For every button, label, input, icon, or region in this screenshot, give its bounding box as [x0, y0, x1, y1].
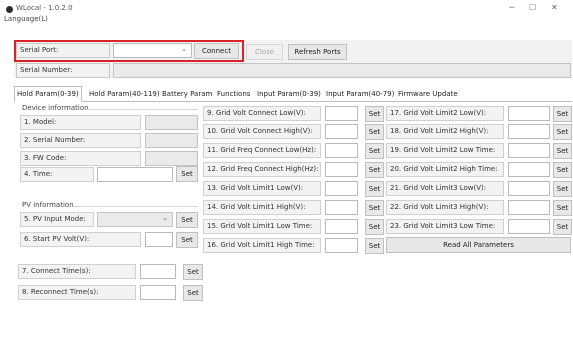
grid-volt-limit2-high-v-set-button[interactable]: Set: [553, 124, 572, 140]
connect-highlight-box: [14, 40, 244, 62]
tab-hold-param-0-39[interactable]: Hold Param(0-39): [14, 86, 82, 102]
grid-volt-limit2-low-v-set-button[interactable]: Set: [553, 106, 572, 122]
close-button[interactable]: Close: [246, 44, 283, 60]
time-field[interactable]: [97, 167, 173, 182]
tab-strip-line: [14, 101, 572, 102]
grid-volt-connect-high-v-set-button[interactable]: Set: [365, 124, 384, 140]
grid-volt-limit1-high-time-label: 16. Grid Volt Limit1 High Time:: [203, 238, 321, 253]
pv-input-mode-label: 5. PV Input Mode:: [20, 212, 94, 227]
grid-volt-connect-low-v-set-button[interactable]: Set: [365, 106, 384, 122]
grid-volt-limit3-low-time-label: 23. Grid Volt Limit3 Low Time:: [386, 219, 504, 234]
grid-freq-connect-high-hz-field[interactable]: [325, 162, 358, 177]
reconnect-time-field[interactable]: [140, 285, 176, 300]
refresh-ports-button[interactable]: Refresh Ports: [288, 44, 347, 60]
grid-volt-limit1-high-v-field[interactable]: [325, 200, 358, 215]
grid-freq-connect-low-hz-label: 11. Grid Freq Connect Low(Hz):: [203, 143, 321, 158]
grid-volt-limit3-low-v-set-button[interactable]: Set: [553, 181, 572, 197]
pv-input-mode-select[interactable]: ⌄: [97, 212, 173, 227]
grid-volt-limit1-low-v-label: 13. Grid Volt Limit1 Low(V):: [203, 181, 321, 196]
grid-volt-limit3-low-time-set-button[interactable]: Set: [553, 219, 572, 235]
window-title: WLocal - 1.0.2.0: [16, 4, 73, 12]
grid-volt-limit3-high-v-field[interactable]: [508, 200, 550, 215]
time-set-button[interactable]: Set: [176, 166, 198, 182]
grid-volt-limit1-low-time-label: 15. Grid Volt Limit1 Low Time:: [203, 219, 321, 234]
serial-number-label-text: Serial Number:: [20, 66, 73, 74]
grid-volt-limit3-low-time-field[interactable]: [508, 219, 550, 234]
grid-volt-limit2-high-time-set-button[interactable]: Set: [553, 162, 572, 178]
maximize-button[interactable]: ☐: [529, 3, 536, 12]
grid-freq-connect-low-hz-set-button[interactable]: Set: [365, 143, 384, 159]
grid-volt-limit2-high-time-field[interactable]: [508, 162, 550, 177]
tab-input-param-40-79[interactable]: Input Param(40-79): [324, 88, 396, 101]
tab-firmware-update[interactable]: Firmware Update: [396, 88, 460, 101]
connect-time-set-button[interactable]: Set: [183, 264, 203, 280]
connect-time-field[interactable]: [140, 264, 176, 279]
grid-volt-limit3-low-v-label: 21. Grid Volt Limit3 Low(V):: [386, 181, 504, 196]
grid-volt-limit1-high-v-label: 14. Grid Volt Limit1 High(V):: [203, 200, 321, 215]
grid-volt-limit2-high-time-label: 20. Grid Volt Limit2 High Time:: [386, 162, 504, 177]
serial-number-label: Serial Number:: [16, 63, 110, 78]
grid-volt-limit1-low-v-set-button[interactable]: Set: [365, 181, 384, 197]
grid-freq-connect-low-hz-field[interactable]: [325, 143, 358, 158]
reconnect-time-label: 8. Reconnect Time(s):: [18, 285, 136, 300]
serial-number-row-field[interactable]: [145, 133, 198, 148]
grid-freq-connect-high-hz-set-button[interactable]: Set: [365, 162, 384, 178]
tab-functions[interactable]: Functions: [215, 88, 252, 101]
grid-volt-connect-low-v-field[interactable]: [325, 106, 358, 121]
title-bar: WLocal - 1.0.2.0 − ☐ ✕: [0, 0, 573, 20]
start-pv-volt-set-button[interactable]: Set: [176, 232, 198, 248]
grid-volt-limit1-low-v-field[interactable]: [325, 181, 358, 196]
connect-time-label: 7. Connect Time(s):: [18, 264, 136, 279]
grid-volt-limit2-low-v-field[interactable]: [508, 106, 550, 121]
model-label: 1. Model:: [20, 115, 141, 130]
grid-volt-limit1-high-time-set-button[interactable]: Set: [365, 238, 384, 254]
device-info-divider: [86, 109, 198, 110]
read-all-parameters-button[interactable]: Read All Parameters: [386, 237, 571, 253]
reconnect-time-set-button[interactable]: Set: [183, 285, 203, 301]
grid-volt-limit2-low-time-label: 19. Grid Volt Limit2 Low Time:: [386, 143, 504, 158]
time-label: 4. Time:: [20, 167, 94, 182]
fw-code-field[interactable]: [145, 151, 198, 166]
minimize-button[interactable]: −: [508, 3, 516, 13]
device-info-title: Device information: [22, 104, 89, 112]
start-pv-volt-field[interactable]: [145, 232, 173, 247]
grid-volt-limit2-high-v-label: 18. Grid Volt Limit2 High(V):: [386, 124, 504, 139]
tab-input-param-0-39[interactable]: Input Param(0-39): [255, 88, 323, 101]
grid-volt-limit2-low-v-label: 17. Grid Volt Limit2 Low(V):: [386, 106, 504, 121]
grid-volt-limit1-low-time-field[interactable]: [325, 219, 358, 234]
grid-volt-connect-high-v-field[interactable]: [325, 124, 358, 139]
serial-number-field[interactable]: [113, 63, 571, 78]
model-field[interactable]: [145, 115, 198, 130]
close-window-button[interactable]: ✕: [551, 3, 558, 12]
pv-info-divider: [74, 206, 198, 207]
grid-volt-limit2-high-v-field[interactable]: [508, 124, 550, 139]
menu-language[interactable]: Language(L): [4, 15, 48, 23]
grid-volt-connect-high-v-label: 10. Grid Volt Connect High(V):: [203, 124, 321, 139]
grid-volt-limit3-high-v-set-button[interactable]: Set: [553, 200, 572, 216]
tab-battery-param[interactable]: Battery Param: [160, 88, 214, 101]
pv-input-mode-set-button[interactable]: Set: [176, 212, 198, 228]
grid-volt-limit3-high-v-label: 22. Grid Volt Limit3 High(V):: [386, 200, 504, 215]
grid-volt-limit2-low-time-set-button[interactable]: Set: [553, 143, 572, 159]
start-pv-volt-label: 6. Start PV Volt(V):: [20, 232, 141, 247]
grid-freq-connect-high-hz-label: 12. Grid Freq Connect High(Hz):: [203, 162, 321, 177]
grid-volt-connect-low-v-label: 9. Grid Volt Connect Low(V):: [203, 106, 321, 121]
app-logo-icon: [6, 6, 13, 13]
grid-volt-limit1-high-time-field[interactable]: [325, 238, 358, 253]
chevron-down-icon: ⌄: [162, 214, 168, 222]
grid-volt-limit1-low-time-set-button[interactable]: Set: [365, 219, 384, 235]
serial-number-row-label: 2. Serial Number:: [20, 133, 141, 148]
pv-info-title: PV information: [22, 201, 74, 209]
tab-hold-param-40-119[interactable]: Hold Param(40-119): [87, 88, 162, 101]
grid-volt-limit2-low-time-field[interactable]: [508, 143, 550, 158]
grid-volt-limit1-high-v-set-button[interactable]: Set: [365, 200, 384, 216]
fw-code-label: 3. FW Code:: [20, 151, 141, 166]
grid-volt-limit3-low-v-field[interactable]: [508, 181, 550, 196]
